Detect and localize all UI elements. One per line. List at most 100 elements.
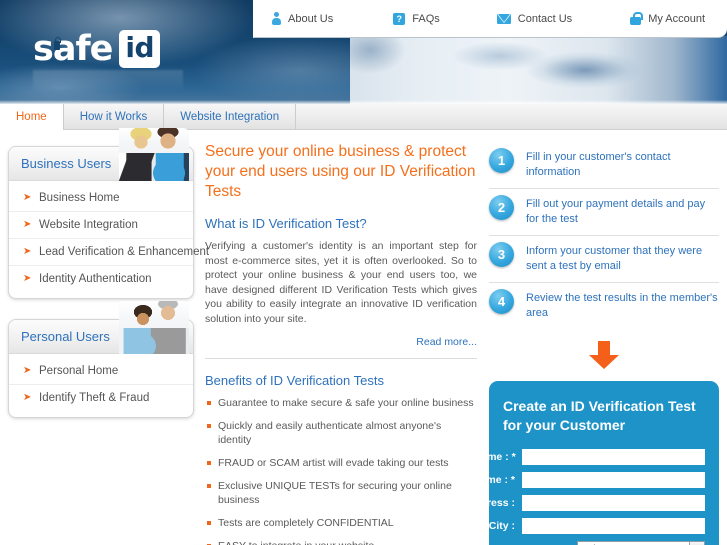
sidebar-item-lead-verification-label: Lead Verification & Enhancement: [39, 246, 210, 258]
list-item: Exclusive UNIQUE TESTs for securing your…: [205, 479, 477, 507]
steps-list: 1 Fill in your customer's contact inform…: [489, 142, 719, 329]
right-column: 1 Fill in your customer's contact inform…: [448, 142, 719, 545]
city-label: City :: [488, 520, 515, 532]
main-tab-bar: Home How it Works Website Integration: [0, 104, 727, 130]
sidebar-item-website-integration[interactable]: ➤ Website Integration: [9, 212, 193, 239]
form-row-first-name: First Name : *: [448, 449, 705, 465]
arrow-right-down-icon: ➤: [23, 273, 32, 284]
main-column: Secure your online business & protect yo…: [205, 142, 477, 545]
read-more-link[interactable]: Read more...: [416, 336, 477, 348]
envelope-icon: [496, 13, 511, 24]
banner-cloud-art: [350, 36, 727, 104]
panel-list-business: ➤ Business Home ➤ Website Integration ➤ …: [9, 181, 209, 298]
list-item: Guarantee to make secure & safe your onl…: [205, 396, 477, 410]
tab-how-it-works-label: How it Works: [79, 111, 148, 123]
list-item: FRAUD or SCAM artist will evade taking o…: [205, 456, 477, 470]
form-title: Create an ID Verification Test for your …: [503, 398, 696, 433]
nav-about-us-label: About Us: [288, 12, 334, 25]
site-logo[interactable]: safe id: [33, 28, 161, 70]
tab-how-it-works[interactable]: How it Works: [64, 104, 165, 130]
sidebar-item-business-home[interactable]: ➤ Business Home: [9, 185, 193, 212]
step-number-badge: 4: [489, 289, 514, 314]
question-icon: ?: [393, 12, 406, 25]
page-title: Secure your online business & protect yo…: [205, 143, 476, 200]
nav-my-account-label: My Account: [648, 12, 706, 25]
panel-header-business: Business Users: [9, 128, 193, 181]
step-item-4: 4 Review the test results in the member'…: [489, 283, 719, 329]
step-item-2: 2 Fill out your payment details and pay …: [489, 189, 719, 236]
sidebar: Business Users ➤ Business Home ➤ Website…: [8, 128, 209, 438]
sidebar-item-website-integration-label: Website Integration: [39, 219, 138, 231]
content-divider: [205, 358, 477, 359]
panel-title-business: Business Users: [21, 156, 112, 171]
nav-contact-us-label: Contact Us: [517, 12, 573, 25]
person-icon: [272, 12, 281, 25]
first-name-label: First Name : *: [448, 451, 516, 463]
arrow-right-down-icon: ➤: [23, 219, 32, 230]
step-text: Fill out your payment details and pay fo…: [526, 198, 706, 225]
arrow-right-down-icon: ➤: [23, 365, 32, 376]
form-row-last-name: Last Name : *: [448, 472, 705, 488]
step-text: Fill in your customer's contact informat…: [526, 151, 671, 178]
sidebar-item-personal-home-label: Personal Home: [39, 365, 119, 377]
nav-my-account[interactable]: My Account: [630, 12, 705, 25]
logo-lock-icon: [54, 37, 61, 50]
benefits-list: Guarantee to make secure & safe your onl…: [205, 396, 477, 545]
nav-faqs[interactable]: ? FAQs: [393, 12, 440, 25]
sidebar-item-lead-verification[interactable]: ➤ Lead Verification & Enhancement: [9, 239, 209, 266]
logo-text-safe: safe: [33, 28, 113, 69]
step-item-1: 1 Fill in your customer's contact inform…: [489, 142, 719, 189]
read-more-row: Read more...: [205, 332, 477, 350]
address-label: Address :: [466, 497, 515, 509]
list-item: Quickly and easily authenticate almost a…: [205, 419, 477, 447]
list-item: EASY to integrate in your website: [205, 539, 477, 545]
create-test-form: Create an ID Verification Test for your …: [448, 381, 719, 545]
arrow-right-down-icon: ➤: [23, 392, 32, 403]
first-name-field[interactable]: [522, 449, 705, 465]
sidebar-item-identity-authentication-label: Identity Authentication: [39, 273, 152, 285]
panel-title-personal: Personal Users: [21, 329, 110, 344]
lock-icon: [630, 12, 643, 25]
last-name-label: Last Name : *: [448, 474, 515, 486]
step-number-badge: 2: [489, 195, 514, 220]
step-number-badge: 3: [489, 242, 514, 267]
tab-home-label: Home: [16, 111, 47, 123]
couple-photo: [119, 301, 189, 354]
address-field[interactable]: [522, 495, 705, 511]
last-name-field[interactable]: [522, 472, 705, 488]
list-item: Tests are completely CONFIDENTIAL: [205, 516, 477, 530]
sidebar-item-personal-home[interactable]: ➤ Personal Home: [9, 358, 193, 385]
sidebar-panel-business-users: Business Users ➤ Business Home ➤ Website…: [8, 128, 209, 299]
arrow-right-down-icon: ➤: [23, 192, 32, 203]
sidebar-item-identity-theft-fraud[interactable]: ➤ Identify Theft & Fraud: [9, 385, 193, 411]
city-field[interactable]: [522, 518, 705, 534]
arrow-right-down-icon: ➤: [23, 246, 32, 257]
nav-contact-us[interactable]: Contact Us: [496, 12, 573, 25]
tab-home[interactable]: Home: [0, 104, 64, 130]
tab-website-integration-label: Website Integration: [180, 111, 280, 123]
form-row-state: State : Select a State ▼: [503, 541, 705, 545]
section-title-what-is: What is ID Verification Test?: [205, 216, 367, 231]
nav-faqs-label: FAQs: [412, 12, 440, 25]
nav-about-us[interactable]: About Us: [272, 12, 333, 25]
page-root: safe id About Us ? FAQs Contact Us My Ac…: [0, 0, 727, 545]
state-select[interactable]: Select a State ▼: [577, 541, 705, 545]
step-text: Inform your customer that they were sent…: [526, 245, 703, 272]
sidebar-panel-personal-users: Personal Users ➤ Personal Home ➤ Identif…: [8, 301, 194, 418]
panel-header-personal: Personal Users: [9, 301, 193, 354]
sidebar-item-identity-theft-fraud-label: Identify Theft & Fraud: [39, 392, 150, 404]
section-title-benefits: Benefits of ID Verification Tests: [205, 373, 384, 388]
logo-text-id: id: [119, 30, 161, 68]
step-number-badge: 1: [489, 148, 514, 173]
logo-reflection: [33, 70, 183, 92]
step-item-3: 3 Inform your customer that they were se…: [489, 236, 719, 283]
arrow-down-icon: [589, 341, 619, 371]
sidebar-item-identity-authentication[interactable]: ➤ Identity Authentication: [9, 266, 193, 292]
what-is-body-text: Verifying a customer's identity is an im…: [205, 240, 477, 325]
form-row-city: City :: [489, 518, 705, 534]
tab-website-integration[interactable]: Website Integration: [164, 104, 297, 130]
form-row-address: Address :: [467, 495, 705, 511]
panel-list-personal: ➤ Personal Home ➤ Identify Theft & Fraud: [9, 354, 193, 417]
step-text: Review the test results in the member's …: [526, 292, 718, 319]
business-people-photo: [119, 128, 189, 181]
